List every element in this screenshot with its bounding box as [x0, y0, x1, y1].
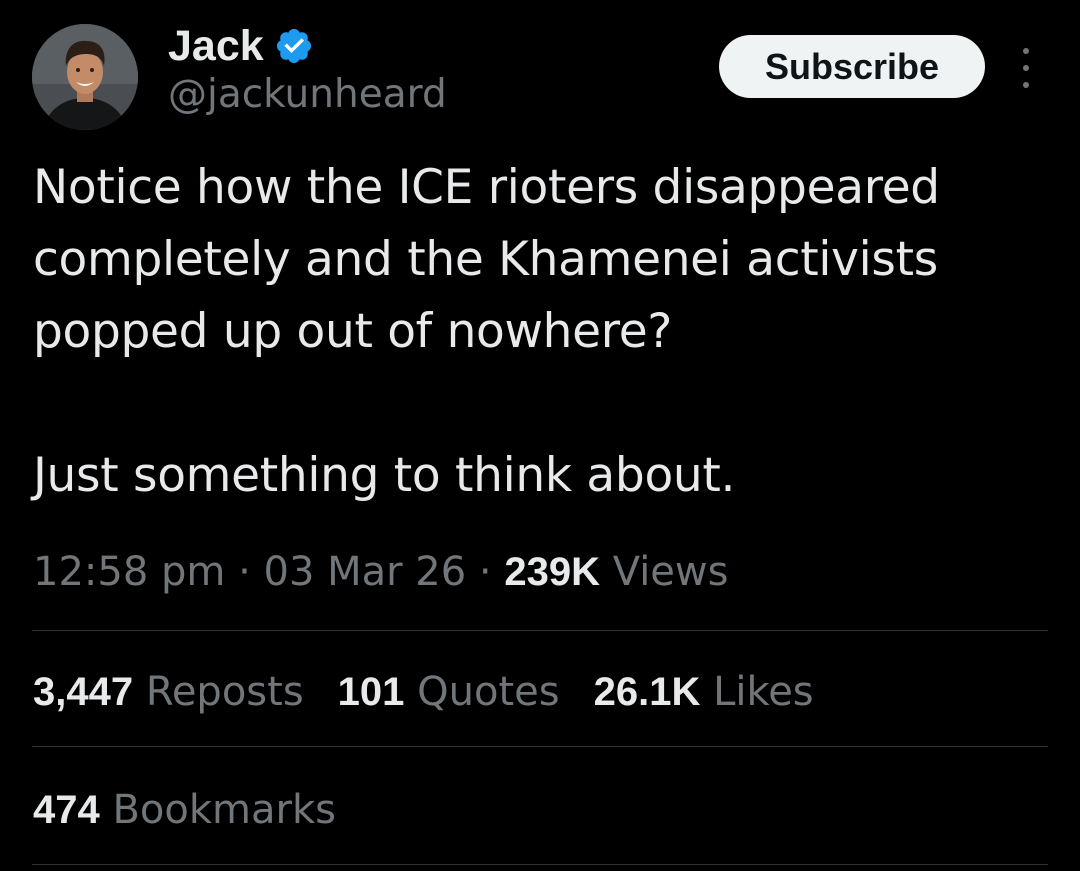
reposts-count: 3,447 [33, 670, 134, 714]
tweet-time[interactable]: 12:58 pm [33, 549, 225, 595]
likes-label: Likes [713, 669, 814, 715]
avatar[interactable] [32, 24, 138, 130]
more-dot [1023, 82, 1029, 88]
more-dot [1023, 48, 1029, 54]
bookmarks-count: 474 [33, 788, 100, 832]
engagement-stats: 3,447 Reposts 101 Quotes 26.1K Likes [33, 660, 848, 724]
divider [32, 864, 1048, 865]
bookmarks-label: Bookmarks [112, 787, 336, 833]
reposts-label: Reposts [145, 669, 304, 715]
divider [32, 746, 1048, 747]
reposts-stat[interactable]: 3,447 Reposts [33, 660, 304, 724]
likes-stat[interactable]: 26.1K Likes [594, 660, 814, 724]
author-name-row[interactable]: Jack [168, 18, 314, 74]
views-count: 239K [504, 550, 600, 594]
divider [32, 630, 1048, 631]
quotes-stat[interactable]: 101 Quotes [338, 660, 560, 724]
author-handle[interactable]: @jackunheard [168, 73, 447, 117]
tweet-text: Notice how the ICE rioters disappeared c… [33, 152, 1043, 512]
views-label: Views [612, 549, 729, 595]
meta-separator: · [238, 549, 251, 595]
meta-separator: · [478, 549, 492, 595]
likes-count: 26.1K [593, 670, 701, 714]
tweet-meta: 12:58 pm · 03 Mar 26 · 239K Views [33, 540, 728, 604]
tweet-date[interactable]: 03 Mar 26 [264, 549, 467, 595]
bookmarks-stat[interactable]: 474 Bookmarks [33, 778, 336, 842]
subscribe-button[interactable]: Subscribe [719, 35, 985, 98]
more-vertical-icon[interactable] [1012, 48, 1040, 88]
display-name[interactable]: Jack [168, 24, 264, 68]
avatar-photo [32, 24, 138, 130]
tweet-paragraph: Just something to think about. [33, 448, 736, 503]
quotes-label: Quotes [417, 669, 560, 715]
quotes-count: 101 [337, 670, 405, 714]
more-dot [1023, 65, 1029, 71]
verified-badge-icon [276, 28, 311, 64]
tweet-paragraph: Notice how the ICE rioters disappeared c… [33, 160, 940, 359]
